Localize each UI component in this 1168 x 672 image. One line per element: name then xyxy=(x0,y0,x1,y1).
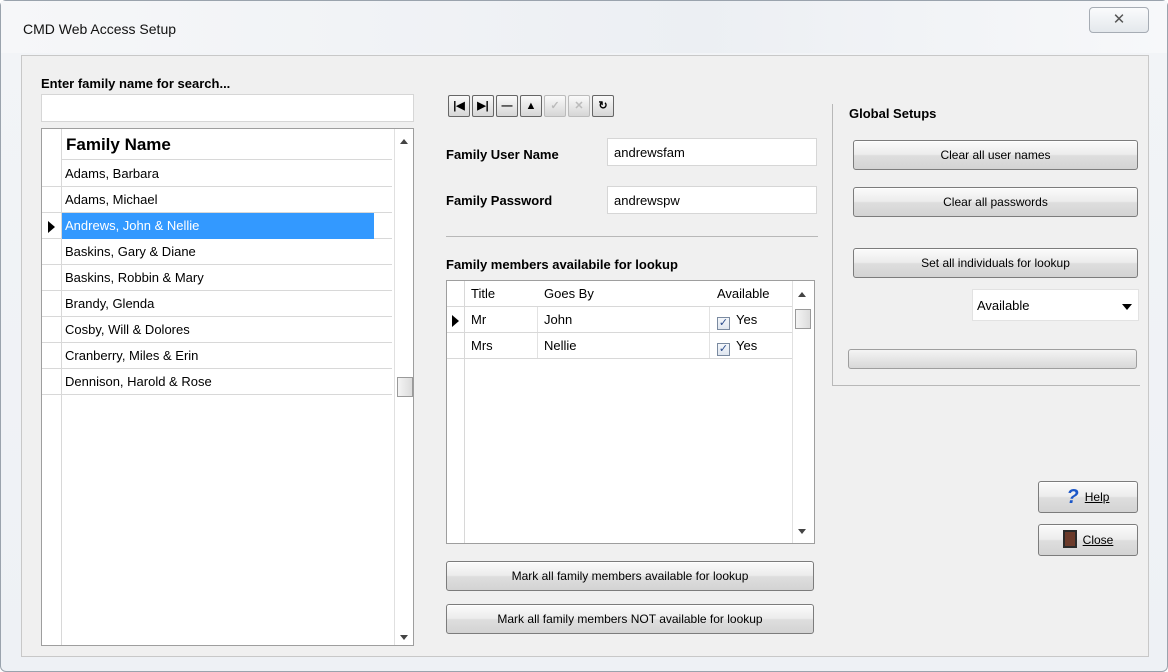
members-grid-scrollbar[interactable] xyxy=(792,281,811,543)
post-record-icon[interactable]: ✓ xyxy=(544,95,566,117)
column-divider xyxy=(537,333,538,358)
window-title: CMD Web Access Setup xyxy=(23,21,177,37)
available-checkbox[interactable]: ✓ xyxy=(717,343,730,356)
global-group-left-border xyxy=(832,104,833,385)
record-navigator: |◀ ▶| — ▲ ✓ ✕ ↻ xyxy=(448,95,688,117)
scroll-up-icon[interactable] xyxy=(400,139,408,144)
member-available-cell: ✓ Yes xyxy=(717,333,757,359)
family-name-cell: Andrews, John & Nellie xyxy=(62,213,374,239)
member-row[interactable]: Mrs Nellie ✓ Yes xyxy=(447,333,792,359)
current-member-indicator-icon xyxy=(452,315,459,327)
mark-all-available-button[interactable]: Mark all family members available for lo… xyxy=(446,561,814,591)
cancel-record-icon[interactable]: ✕ xyxy=(568,95,590,117)
family-row[interactable]: Baskins, Robbin & Mary xyxy=(42,265,392,291)
help-label: Help xyxy=(1084,490,1110,504)
family-row[interactable]: Adams, Barbara xyxy=(42,161,392,187)
refresh-records-icon[interactable]: ↻ xyxy=(592,95,614,117)
set-all-lookup-button[interactable]: Set all individuals for lookup xyxy=(853,248,1138,278)
family-name-cell: Cranberry, Miles & Erin xyxy=(65,348,199,363)
global-group-bottom-border xyxy=(832,385,1140,386)
members-scroll-thumb[interactable] xyxy=(795,309,811,329)
user-name-field[interactable]: andrewsfam xyxy=(607,138,817,166)
dialog-client-area: Enter family name for search... Family N… xyxy=(21,55,1149,657)
close-button[interactable]: Close xyxy=(1038,524,1138,556)
family-row[interactable]: Cosby, Will & Dolores xyxy=(42,317,392,343)
family-row[interactable]: Cranberry, Miles & Erin xyxy=(42,343,392,369)
column-divider xyxy=(709,333,710,358)
family-row[interactable]: Andrews, John & Nellie xyxy=(42,213,392,239)
family-row[interactable]: Baskins, Gary & Diane xyxy=(42,239,392,265)
column-divider xyxy=(537,307,538,332)
family-name-cell: Dennison, Harold & Rose xyxy=(65,374,212,389)
column-title[interactable]: Title xyxy=(471,281,495,307)
members-label: Family members availabile for lookup xyxy=(446,257,678,272)
family-name-header[interactable]: Family Name xyxy=(66,135,171,155)
family-name-cell: Baskins, Gary & Diane xyxy=(65,244,196,259)
global-setups-label: Global Setups xyxy=(849,106,937,121)
column-goes-by[interactable]: Goes By xyxy=(544,281,594,307)
family-grid: Family Name Adams, Barbara Adams, Michael… xyxy=(41,128,414,646)
family-row[interactable]: Dennison, Harold & Rose xyxy=(42,369,392,395)
clear-user-names-button[interactable]: Clear all user names xyxy=(853,140,1138,170)
edit-record-icon[interactable]: ▲ xyxy=(520,95,542,117)
chevron-down-icon[interactable] xyxy=(1122,304,1132,310)
close-icon: ✕ xyxy=(1112,11,1126,28)
member-available-cell: ✓ Yes xyxy=(717,307,757,333)
middle-divider xyxy=(446,236,818,237)
first-record-icon[interactable]: |◀ xyxy=(448,95,470,117)
current-row-indicator-icon xyxy=(48,221,55,233)
password-field[interactable]: andrewspw xyxy=(607,186,817,214)
last-record-icon[interactable]: ▶| xyxy=(472,95,494,117)
member-title-cell: Mrs xyxy=(471,338,493,353)
family-search-input[interactable] xyxy=(41,94,414,122)
availability-dropdown[interactable]: Available xyxy=(972,289,1139,321)
header-divider xyxy=(62,159,392,160)
member-goes-by-cell: John xyxy=(544,312,573,327)
user-name-label: Family User Name xyxy=(446,147,559,162)
column-divider xyxy=(709,307,710,332)
scroll-thumb[interactable] xyxy=(397,377,413,397)
password-label: Family Password xyxy=(446,193,553,208)
door-exit-icon xyxy=(1062,530,1077,548)
dialog-window: CMD Web Access Setup ✕ Enter family name… xyxy=(0,0,1168,672)
family-row[interactable]: Brandy, Glenda xyxy=(42,291,392,317)
delete-record-icon[interactable]: — xyxy=(496,95,518,117)
title-bar: CMD Web Access Setup ✕ xyxy=(1,1,1167,53)
availability-dropdown-value: Available xyxy=(977,298,1030,313)
member-goes-by-cell: Nellie xyxy=(544,338,577,353)
member-row[interactable]: Mr John ✓ Yes xyxy=(447,307,792,333)
available-checkbox[interactable]: ✓ xyxy=(717,317,730,330)
column-available[interactable]: Available xyxy=(717,281,770,307)
family-name-cell: Cosby, Will & Dolores xyxy=(65,322,190,337)
help-question-icon: ? xyxy=(1066,486,1079,508)
members-scroll-down-icon[interactable] xyxy=(798,529,806,534)
available-text: Yes xyxy=(736,338,758,353)
members-header-row: Title Goes By Available xyxy=(447,281,792,307)
members-scroll-up-icon[interactable] xyxy=(798,292,806,297)
members-grid: Title Goes By Available Mr John ✓ Yes Mrs Nel… xyxy=(446,280,815,544)
global-progress-bar xyxy=(848,349,1137,369)
family-name-cell: Baskins, Robbin & Mary xyxy=(65,270,204,285)
window-close-button[interactable]: ✕ xyxy=(1089,7,1149,33)
mark-all-not-available-button[interactable]: Mark all family members NOT available fo… xyxy=(446,604,814,634)
family-name-cell: Adams, Barbara xyxy=(65,166,159,181)
clear-passwords-button[interactable]: Clear all passwords xyxy=(853,187,1138,217)
scroll-down-icon[interactable] xyxy=(400,635,408,640)
available-text: Yes xyxy=(736,312,758,327)
close-label: Close xyxy=(1082,533,1114,547)
family-name-cell: Adams, Michael xyxy=(65,192,158,207)
search-label: Enter family name for search... xyxy=(41,76,231,91)
help-button[interactable]: ? Help xyxy=(1038,481,1138,513)
member-title-cell: Mr xyxy=(471,312,487,327)
family-row[interactable]: Adams, Michael xyxy=(42,187,392,213)
family-name-cell: Brandy, Glenda xyxy=(65,296,155,311)
family-grid-scrollbar[interactable] xyxy=(394,129,413,645)
